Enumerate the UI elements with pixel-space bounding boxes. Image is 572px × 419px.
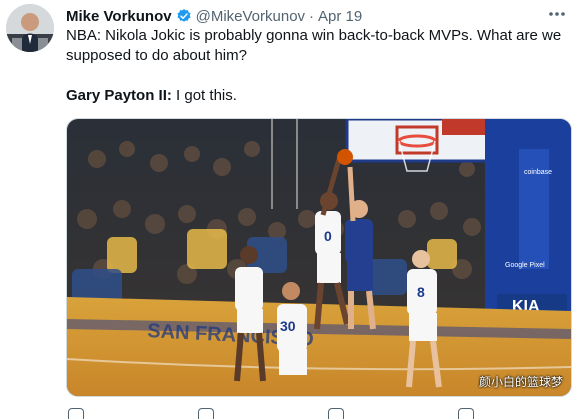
tweet-media-image[interactable]: coinbase Google Pixel KIA SAN FRANCISCO … <box>66 118 572 397</box>
tweet-line-1: NBA: Nikola Jokic is probably gonna win … <box>66 27 562 64</box>
tweet-actions <box>66 402 566 419</box>
retweet-icon[interactable] <box>198 408 214 419</box>
more-dots-icon[interactable] <box>548 4 566 22</box>
tweet-header: Mike Vorkunov @MikeVorkunov · Apr 19 <box>66 6 562 26</box>
reply-icon[interactable] <box>68 408 84 419</box>
image-watermark: 颜小白的篮球梦 <box>478 375 563 389</box>
reply-text: I got this. <box>171 87 237 104</box>
separator-dot: · <box>309 7 315 25</box>
avatar-image <box>6 4 54 52</box>
svg-text:Google Pixel: Google Pixel <box>505 262 545 269</box>
basketball-photo: coinbase Google Pixel KIA SAN FRANCISCO … <box>67 119 571 396</box>
author-handle[interactable]: @MikeVorkunov <box>196 8 305 25</box>
share-icon[interactable] <box>458 408 474 419</box>
svg-text:0: 0 <box>324 228 332 244</box>
like-icon[interactable] <box>328 408 344 419</box>
author-avatar[interactable] <box>6 4 54 52</box>
tweet-line-2: Gary Payton II: I got this. <box>66 86 566 106</box>
tweet-text: NBA: Nikola Jokic is probably gonna win … <box>66 26 566 106</box>
tweet-date[interactable]: Apr 19 <box>318 8 362 25</box>
reply-speaker: Gary Payton II: <box>66 87 172 104</box>
author-name[interactable]: Mike Vorkunov <box>66 8 172 25</box>
svg-text:8: 8 <box>417 284 425 300</box>
verified-badge-icon <box>177 9 191 22</box>
svg-text:coinbase: coinbase <box>524 169 552 176</box>
svg-text:30: 30 <box>280 318 296 334</box>
